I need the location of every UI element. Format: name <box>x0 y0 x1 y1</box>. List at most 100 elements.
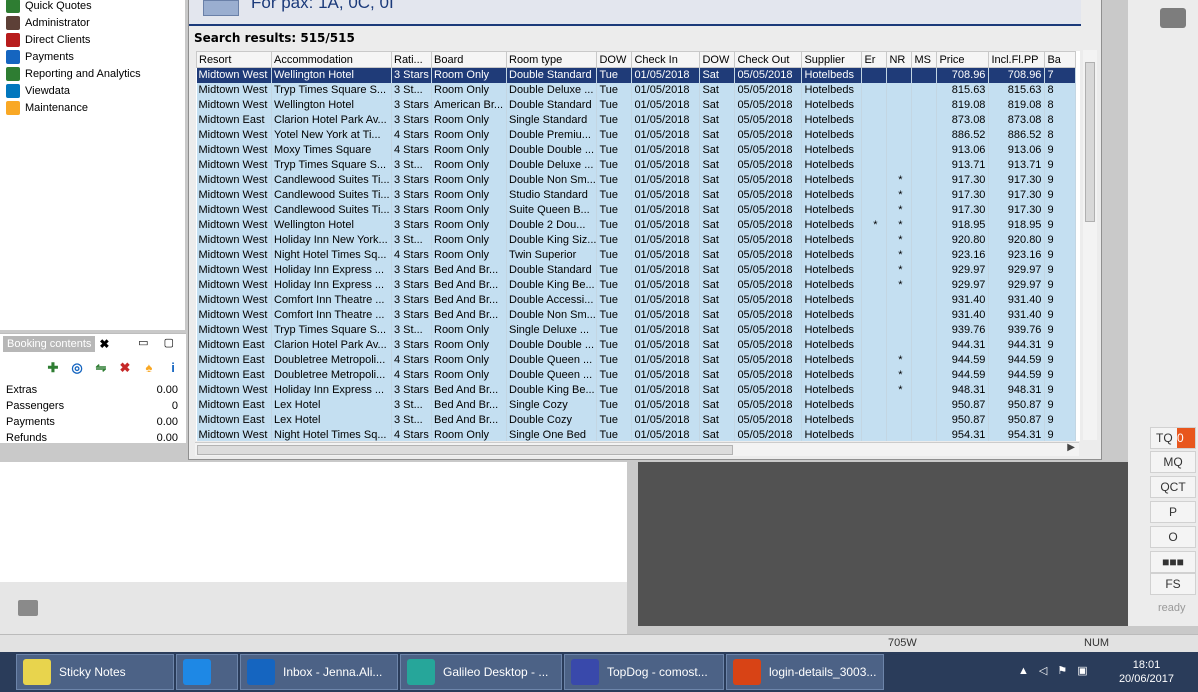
nav-item-0[interactable]: Quick Quotes <box>6 0 92 14</box>
building-icon <box>203 0 239 16</box>
nav-item-5[interactable]: Viewdata <box>6 83 70 99</box>
table-cell: Room Only <box>431 82 507 98</box>
table-cell: Hotelbeds <box>801 97 863 113</box>
column-header[interactable]: DOW <box>699 51 736 68</box>
side-button-4[interactable]: O <box>1150 526 1196 548</box>
table-row[interactable]: Midtown West Candlewood Suites Ti... 3 Sta… <box>196 187 1077 203</box>
holiday-icon[interactable]: ♠ <box>142 361 156 375</box>
taskbar-item-3[interactable]: Galileo Desktop - ... <box>400 654 562 690</box>
table-cell: 913.06 <box>988 142 1046 158</box>
table-row[interactable]: Midtown West Wellington Hotel 3 Stars Ameri… <box>196 97 1077 113</box>
table-row[interactable]: Midtown West Holiday Inn Express ... 3 Sta… <box>196 382 1077 398</box>
nav-item-4[interactable]: Reporting and Analytics <box>6 66 141 82</box>
side-button-6[interactable]: FS <box>1150 573 1196 595</box>
column-header[interactable]: Er <box>861 51 888 68</box>
table-row[interactable]: Midtown West Tryp Times Square S... 3 St..… <box>196 157 1077 173</box>
column-header[interactable]: Supplier <box>801 51 863 68</box>
table-row[interactable]: Midtown West Candlewood Suites Ti... 3 Sta… <box>196 202 1077 218</box>
column-header[interactable]: Board <box>431 51 507 68</box>
column-header[interactable]: Rati... <box>391 51 432 68</box>
table-row[interactable]: Midtown West Moxy Times Square 4 Stars Room… <box>196 142 1077 158</box>
side-button-1[interactable]: MQ <box>1150 451 1196 473</box>
column-header[interactable]: Room type <box>505 51 598 68</box>
column-header[interactable]: Price <box>936 51 990 68</box>
nav-item-label: Quick Quotes <box>25 0 92 12</box>
table-cell <box>886 397 913 413</box>
table-row[interactable]: Midtown West Holiday Inn New York... 3 St.… <box>196 232 1077 248</box>
table-row[interactable]: Midtown West Night Hotel Times Sq... 4 Sta… <box>196 247 1077 263</box>
print-icon[interactable] <box>1160 8 1186 28</box>
nav-item-1[interactable]: Administrator <box>6 15 90 31</box>
table-cell: 05/05/2018 <box>734 217 803 233</box>
table-cell: 9 <box>1044 232 1077 248</box>
table-row[interactable]: Midtown West Wellington Hotel 3 Stars Room … <box>196 217 1077 233</box>
table-row[interactable]: Midtown East Lex Hotel 3 St... Bed And Br..… <box>196 412 1077 428</box>
table-cell <box>861 142 888 158</box>
table-row[interactable]: Midtown East Doubletree Metropoli... 4 Sta… <box>196 367 1077 383</box>
side-button-5[interactable]: ■■■ <box>1150 551 1196 573</box>
table-cell: Hotelbeds <box>801 247 863 263</box>
vertical-scroll-thumb[interactable] <box>1085 62 1095 222</box>
column-header[interactable]: Accommodation <box>271 51 392 68</box>
nav-item-2[interactable]: Direct Clients <box>6 32 90 48</box>
system-tray-icons[interactable]: ▲◁⚑▣ <box>1018 664 1098 677</box>
close-icon[interactable]: ✖ <box>99 337 109 351</box>
horizontal-scrollbar[interactable]: ▶ <box>195 442 1079 456</box>
taskbar-item-4[interactable]: TopDog - comost... <box>564 654 724 690</box>
delete-icon[interactable]: ✖ <box>118 361 132 375</box>
column-header[interactable]: MS <box>911 51 938 68</box>
vertical-scrollbar[interactable] <box>1083 50 1097 440</box>
side-button-3[interactable]: P <box>1150 501 1196 523</box>
table-row[interactable]: Midtown East Clarion Hotel Park Av... 3 St… <box>196 112 1077 128</box>
table-cell: 05/05/2018 <box>734 97 803 113</box>
table-row[interactable]: Midtown West Comfort Inn Theatre ... 3 Sta… <box>196 307 1077 323</box>
table-row[interactable]: Midtown East Lex Hotel 3 St... Bed And Br..… <box>196 397 1077 413</box>
table-row[interactable]: Midtown East Doubletree Metropoli... 4 Sta… <box>196 352 1077 368</box>
add-icon[interactable]: ✚ <box>46 361 60 375</box>
table-cell: Hotelbeds <box>801 157 863 173</box>
refresh-icon[interactable]: ◎ <box>70 361 84 375</box>
column-header[interactable]: NR <box>886 51 913 68</box>
table-row[interactable]: Midtown West Yotel New York at Ti... 4 Sta… <box>196 127 1077 143</box>
table-cell: 917.30 <box>988 172 1046 188</box>
window-controls[interactable]: ▭ ▢ <box>138 336 180 349</box>
table-cell: Room Only <box>431 217 507 233</box>
table-row[interactable]: Midtown West Tryp Times Square S... 3 St..… <box>196 322 1077 338</box>
table-cell: Room Only <box>431 247 507 263</box>
nav-item-6[interactable]: Maintenance <box>6 100 88 116</box>
info-icon[interactable]: i <box>166 361 180 375</box>
table-row[interactable]: Midtown West Night Hotel Times Sq... 4 Sta… <box>196 427 1077 441</box>
column-header[interactable]: Ba <box>1044 51 1077 68</box>
table-cell: 929.97 <box>988 262 1046 278</box>
transfer-icon[interactable]: ⇋ <box>94 361 108 375</box>
table-row[interactable]: Midtown West Holiday Inn Express ... 3 Sta… <box>196 277 1077 293</box>
column-header[interactable]: Check Out <box>734 51 803 68</box>
column-header[interactable]: Resort <box>196 51 272 68</box>
column-header[interactable]: Check In <box>631 51 701 68</box>
taskbar-item-0[interactable]: Sticky Notes <box>16 654 174 690</box>
taskbar-item-1[interactable] <box>176 654 238 690</box>
table-cell: 05/05/2018 <box>734 322 803 338</box>
column-header[interactable]: DOW <box>596 51 633 68</box>
clock[interactable]: 18:01 20/06/2017 <box>1119 658 1174 686</box>
table-row[interactable]: Midtown West Wellington Hotel 3 Stars Room … <box>196 67 1077 83</box>
table-row[interactable]: Midtown West Candlewood Suites Ti... 3 Sta… <box>196 172 1077 188</box>
table-row[interactable]: Midtown West Holiday Inn Express ... 3 Sta… <box>196 262 1077 278</box>
taskbar-item-label: login-details_3003... <box>769 665 877 679</box>
printer-icon[interactable] <box>18 600 38 616</box>
side-button-2[interactable]: QCT <box>1150 476 1196 498</box>
table-cell: Sat <box>699 82 736 98</box>
table-cell: 944.59 <box>936 367 990 383</box>
taskbar-item-2[interactable]: Inbox - Jenna.Ali... <box>240 654 398 690</box>
table-row[interactable]: Midtown East Clarion Hotel Park Av... 3 St… <box>196 337 1077 353</box>
table-cell: Sat <box>699 67 736 83</box>
nav-item-3[interactable]: Payments <box>6 49 74 65</box>
side-button-0[interactable]: TQ 0 <box>1150 427 1196 449</box>
scroll-right-arrow-icon[interactable]: ▶ <box>1067 442 1075 453</box>
horizontal-scroll-thumb[interactable] <box>197 445 733 455</box>
table-row[interactable]: Midtown West Tryp Times Square S... 3 St..… <box>196 82 1077 98</box>
column-header[interactable]: Incl.Fl.PP <box>988 51 1046 68</box>
table-row[interactable]: Midtown West Comfort Inn Theatre ... 3 Sta… <box>196 292 1077 308</box>
table-cell <box>911 112 938 128</box>
taskbar-item-5[interactable]: login-details_3003... <box>726 654 884 690</box>
